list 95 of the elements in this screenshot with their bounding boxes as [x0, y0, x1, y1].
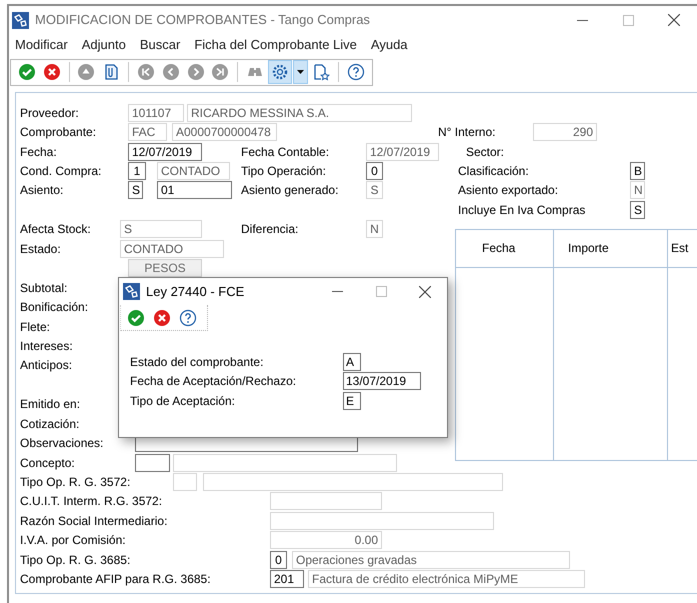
input-field[interactable]: A0000700000478 [172, 123, 277, 142]
field-label: Diferencia: [241, 221, 300, 238]
field-label: Cond. Compra: [20, 163, 102, 180]
field-label: Tipo Op. R. G. 3572: [20, 474, 132, 490]
input-field[interactable]: CONTADO [120, 240, 224, 258]
input-field[interactable]: S [128, 181, 143, 200]
field-label: C.U.I.T. Interm. R.G. 3572: [20, 493, 164, 510]
field-label: Afecta Stock: [20, 221, 92, 238]
field-label: I.V.A. por Comisión: [20, 532, 127, 548]
field-label: Tipo Operación: [241, 163, 327, 180]
field-label: Razón Social Intermediario: [20, 512, 168, 529]
field-label: Intereses: [20, 338, 74, 354]
input-field[interactable]: B [630, 162, 645, 180]
field-label: Anticipos: [20, 357, 74, 374]
menu-item[interactable]: Ficha del Comprobante Live [194, 35, 357, 55]
app-logo-icon [123, 283, 140, 300]
input-field[interactable]: N [366, 220, 383, 238]
field-label: N° Interno: [438, 124, 496, 140]
last-record-icon [211, 63, 230, 81]
maximize-icon [622, 14, 634, 26]
input-field[interactable]: 12/07/2019 [128, 142, 202, 161]
field-label: Clasificación: [458, 163, 530, 180]
gear-icon [270, 63, 289, 81]
input-field[interactable]: S [630, 200, 645, 219]
help-icon [347, 63, 366, 81]
input-field[interactable]: 0 [270, 550, 287, 569]
field-label: Subtotal: [20, 280, 68, 296]
input-field[interactable]: 1 [128, 162, 146, 180]
input-field[interactable]: S [366, 181, 383, 200]
check-icon [18, 63, 36, 81]
field-label: Estado: [20, 240, 62, 257]
document-star-icon [312, 63, 330, 81]
input-field[interactable]: 01 [157, 181, 232, 200]
field-label: Comprobante AFIP para R.G. 3685: [20, 571, 212, 588]
input-field[interactable]: 0 [366, 162, 383, 180]
column-header[interactable]: Est [668, 230, 697, 268]
caret-icon [297, 70, 304, 74]
input-field[interactable]: 0.00 [270, 531, 382, 550]
field-label: Fecha Contable: [241, 144, 330, 160]
input-field[interactable]: S [120, 220, 202, 238]
window-title: MODIFICACION DE COMPROBANTES - Tango Compras [35, 11, 370, 30]
field-label: Fecha de Aceptación/Rechazo: [130, 373, 298, 390]
input-field[interactable]: 290 [533, 123, 597, 142]
input-field[interactable]: RICARDO MESSINA S.A. [187, 104, 412, 122]
input-field[interactable]: 201 [270, 570, 304, 588]
input-field[interactable]: Operaciones gravadas [292, 550, 570, 569]
input-field[interactable]: N [630, 181, 645, 200]
input-field[interactable]: 101107 [128, 104, 184, 122]
input-field[interactable]: E [343, 392, 361, 410]
field-label: Emitido en: [20, 396, 82, 412]
field-label: Asiento: [20, 182, 64, 198]
first-record-icon [136, 63, 155, 81]
input-field[interactable]: 12/07/2019 [366, 142, 439, 161]
menu-item[interactable]: Adjunto [82, 35, 126, 55]
field-label: Incluye En Iva Compras [458, 202, 586, 218]
field-label: Proveedor: [20, 104, 80, 121]
settings-button[interactable] [268, 60, 292, 84]
field-label: Fecha: [20, 144, 58, 160]
dialog-title: Ley 27440 - FCE [146, 282, 244, 301]
field-label: Tipo Op. R. G. 3685: [20, 552, 132, 568]
previous-icon [162, 63, 180, 81]
field-label: Tipo de Aceptación: [130, 392, 236, 410]
triangle-up-icon [77, 63, 96, 81]
field-label: Flete: [20, 318, 52, 335]
app-logo-icon [12, 12, 29, 28]
check-icon [127, 308, 145, 326]
input-field[interactable]: A [343, 352, 361, 371]
input-field[interactable]: Factura de crédito electrónica MiPyME [308, 570, 585, 588]
menu-item[interactable]: Buscar [140, 35, 180, 55]
currency-button[interactable]: PESOS [128, 259, 202, 278]
column-header[interactable]: Fecha [456, 230, 554, 268]
field-label: Asiento generado: [241, 182, 340, 198]
close-icon [419, 286, 431, 298]
dropdown-button[interactable] [292, 60, 308, 84]
input-field[interactable]: 13/07/2019 [343, 372, 421, 390]
field-label: Estado del comprobante: [130, 354, 264, 371]
input-field[interactable]: CONTADO [157, 162, 230, 180]
menu-item[interactable]: Modificar [15, 35, 68, 55]
field-label: Cotización: [20, 416, 80, 432]
maximize-icon [376, 286, 386, 297]
close-icon [42, 63, 61, 81]
column-header[interactable]: Importe [554, 230, 668, 268]
input-field[interactable] [135, 454, 170, 472]
close-icon [153, 308, 171, 326]
field-label: Comprobante: [20, 124, 98, 140]
next-icon [186, 63, 205, 81]
field-label: Sector: [466, 144, 506, 160]
field-label: Asiento exportado: [458, 182, 560, 198]
field-label: Bonificación: [20, 299, 90, 316]
field-label: Concepto: [20, 454, 76, 471]
menu-item[interactable]: Ayuda [370, 35, 408, 55]
close-icon [668, 14, 680, 26]
input-field[interactable]: FAC [128, 123, 167, 142]
help-icon [179, 308, 197, 326]
field-label: Observaciones: [20, 435, 104, 452]
